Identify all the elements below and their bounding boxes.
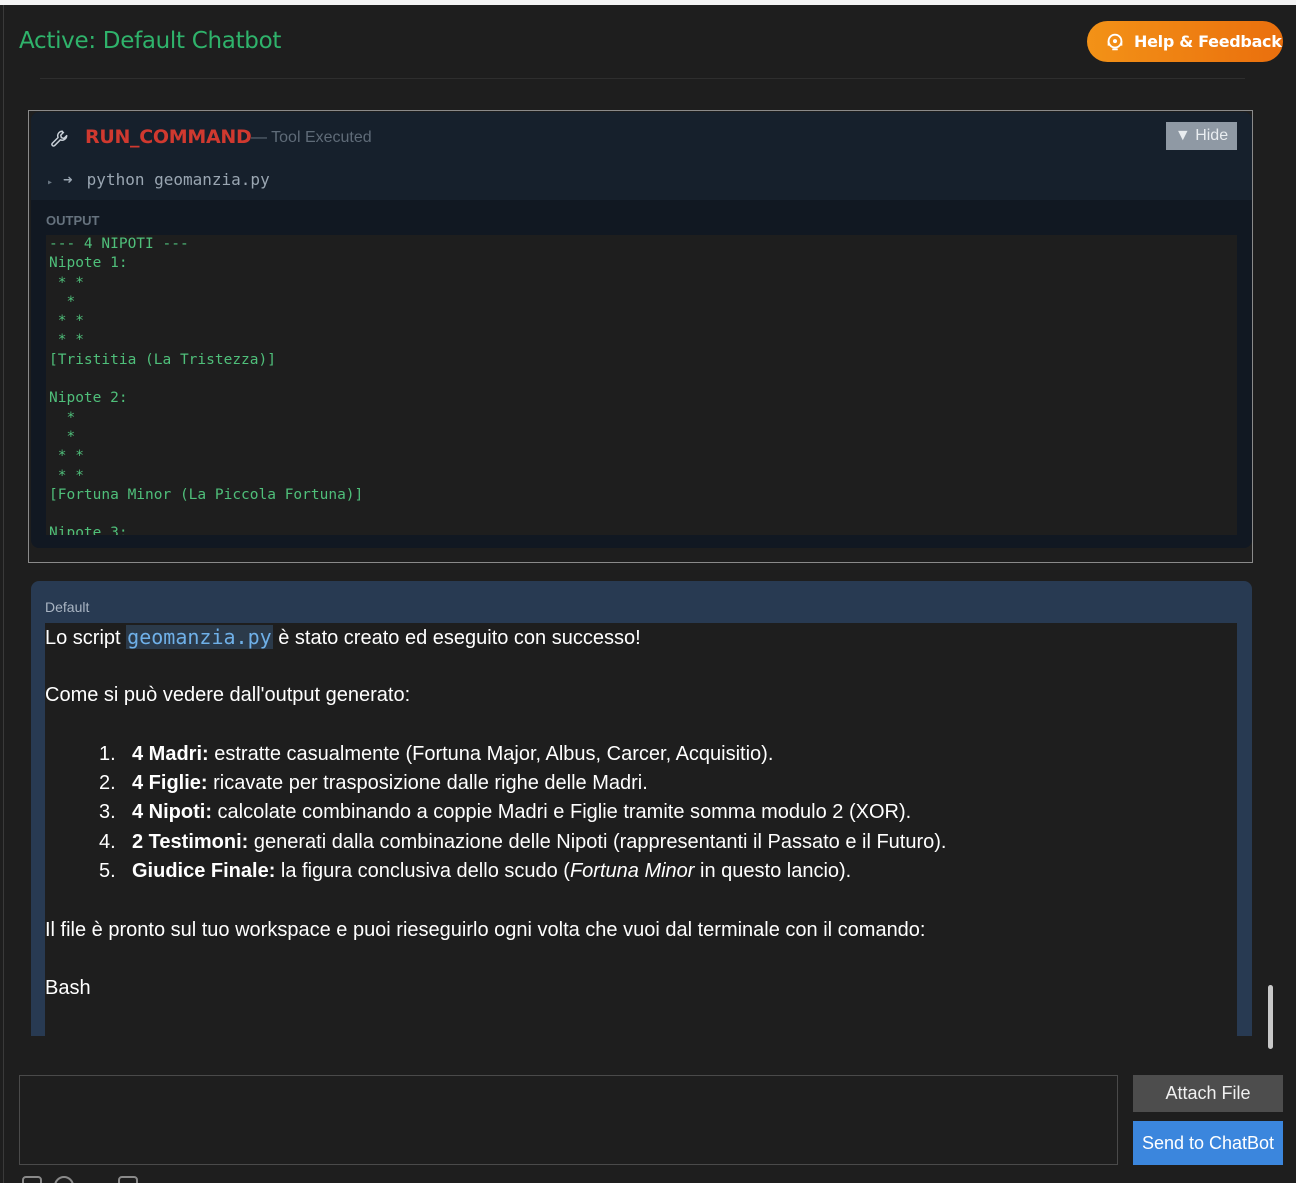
- list-item-text: calcolate combinando a coppie Madri e Fi…: [212, 801, 912, 823]
- message-intro: Lo script geomanzia.py è stato creato ed…: [45, 625, 641, 650]
- list-item-title: 2 Testimoni:: [132, 831, 249, 853]
- page-title: Active: Default Chatbot: [19, 28, 282, 54]
- list-item-title: Giudice Finale:: [132, 860, 276, 882]
- list-item-emphasis: Fortuna Minor: [569, 860, 695, 882]
- wrench-icon: [51, 130, 68, 147]
- message-input[interactable]: [19, 1075, 1118, 1165]
- tool-status: — Tool Executed: [251, 129, 372, 146]
- header-divider: [40, 78, 1245, 79]
- intro-text: Lo script: [45, 627, 127, 649]
- list-item-title: 4 Figlie:: [132, 772, 208, 794]
- toolbar-icon[interactable]: [22, 1176, 42, 1183]
- list-item-text: la figura conclusiva dello scudo (: [275, 860, 570, 882]
- toolbar-icons: [22, 1176, 150, 1183]
- list-number: 3.: [99, 801, 116, 823]
- help-agent-icon: [1107, 33, 1123, 50]
- output-label: OUTPUT: [46, 213, 100, 228]
- send-button[interactable]: Send to ChatBot: [1133, 1121, 1283, 1165]
- list-item-title: 4 Madri:: [132, 743, 209, 765]
- message-lead: Come si può vedere dall'output generato:: [45, 684, 411, 706]
- list-number: 5.: [99, 860, 116, 882]
- list-item: 4. 2 Testimoni: generati dalla combinazio…: [99, 831, 946, 854]
- inline-code-filename: geomanzia.py: [126, 625, 273, 649]
- list-item-text: estratte casualmente (Fortuna Major, Alb…: [208, 743, 774, 765]
- list-number: 4.: [99, 831, 116, 853]
- command-text: python geomanzia.py: [86, 170, 270, 189]
- list-item: 1. 4 Madri: estratte casualmente (Fortuna…: [99, 743, 773, 766]
- list-item-title: 4 Nipoti:: [132, 801, 212, 823]
- command-line[interactable]: ▸ ➜ python geomanzia.py: [47, 170, 270, 189]
- message-body: Lo script geomanzia.py è stato creato ed…: [45, 623, 1237, 1036]
- list-item: 2. 4 Figlie: ricavate per trasposizione d…: [99, 772, 648, 795]
- toolbar-icon[interactable]: [118, 1176, 138, 1183]
- list-item-text: ricavate per trasposizione dalle righe d…: [207, 772, 648, 794]
- expand-triangle-icon: ▸: [47, 177, 54, 188]
- left-border: [3, 5, 4, 1183]
- output-console[interactable]: --- 4 NIPOTI --- Nipote 1: * * * * * * *…: [46, 235, 1237, 535]
- assistant-message-card: Default Lo script geomanzia.py è stato c…: [31, 581, 1252, 1036]
- tool-name: RUN_COMMAND: [85, 126, 252, 148]
- list-number: 1.: [99, 743, 116, 765]
- message-closing: Il file è pronto sul tuo workspace e puo…: [45, 919, 926, 941]
- chat-scrollbar[interactable]: [1268, 985, 1273, 1049]
- code-block-language: Bash: [45, 977, 91, 999]
- intro-text-end: è stato creato ed eseguito con successo!: [272, 627, 641, 649]
- toolbar-icon[interactable]: [54, 1176, 74, 1183]
- help-feedback-label: Help & Feedback: [1134, 32, 1282, 51]
- message-author: Default: [45, 599, 90, 615]
- hide-button[interactable]: ▼ Hide: [1166, 122, 1237, 150]
- help-feedback-button[interactable]: Help & Feedback: [1087, 21, 1283, 62]
- list-number: 2.: [99, 772, 116, 794]
- list-item: 5. Giudice Finale: la figura conclusiva d…: [99, 860, 851, 883]
- tool-execution-card: RUN_COMMAND — Tool Executed ▼ Hide ▸ ➜ pyt…: [31, 112, 1252, 548]
- list-item: 3. 4 Nipoti: calcolate combinando a coppi…: [99, 801, 911, 824]
- output-text: --- 4 NIPOTI --- Nipote 1: * * * * * * *…: [49, 236, 364, 535]
- toolbar-icon[interactable]: [86, 1176, 106, 1183]
- prompt-arrow-icon: ➜: [63, 170, 73, 189]
- tool-header: RUN_COMMAND — Tool Executed ▼ Hide ▸ ➜ pyt…: [31, 112, 1252, 200]
- list-item-text: generati dalla combinazione delle Nipoti…: [248, 831, 947, 853]
- attach-file-button[interactable]: Attach File: [1133, 1075, 1283, 1112]
- window-top-edge: [0, 0, 1296, 5]
- list-item-text-end: in questo lancio).: [694, 860, 852, 882]
